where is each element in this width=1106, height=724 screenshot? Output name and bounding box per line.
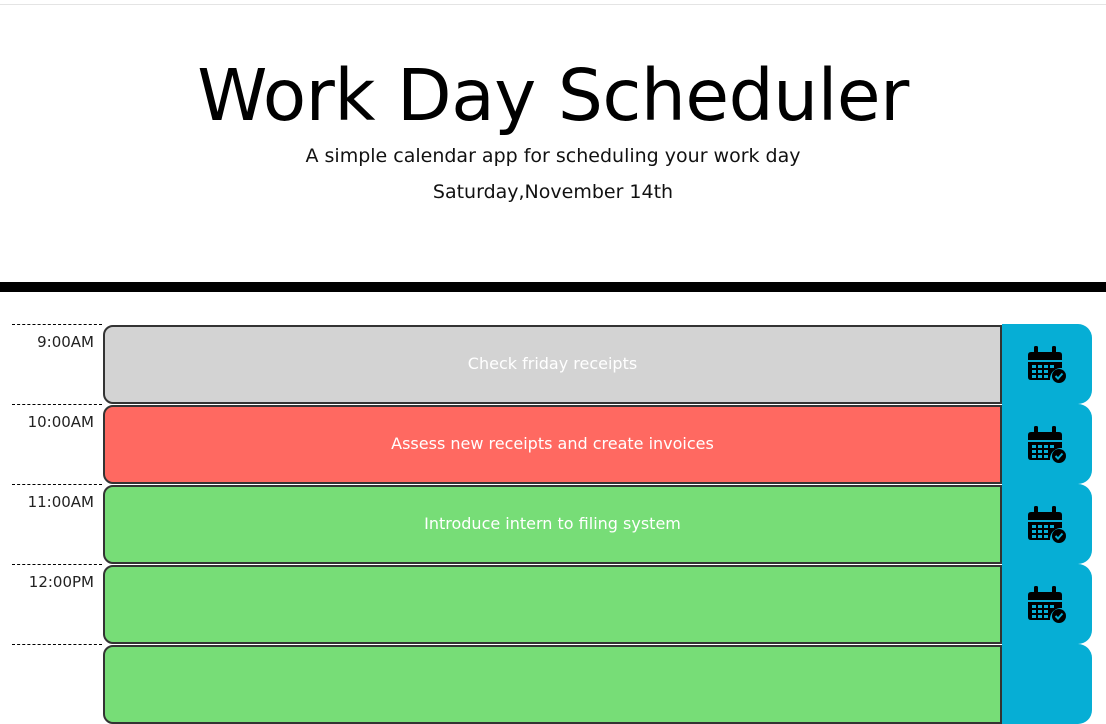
page-subtitle: A simple calendar app for scheduling you…: [305, 145, 801, 167]
time-block-9am: 9:00AM Check friday receipts: [12, 324, 1092, 404]
calendar-check-icon: [1028, 426, 1066, 463]
current-date: Saturday,November 14th: [432, 181, 674, 203]
header: Work Day Scheduler A simple calendar app…: [0, 0, 1106, 283]
time-block-12pm: 12:00PM: [12, 564, 1092, 644]
calendar-check-icon: [1028, 346, 1066, 383]
save-button[interactable]: [1002, 404, 1092, 484]
save-button[interactable]: [1002, 324, 1092, 404]
header-divider: [0, 282, 1106, 292]
time-block-11am: 11:00AM Introduce intern to filing syste…: [12, 484, 1092, 564]
hour-label: 12:00PM: [12, 564, 102, 644]
description-textarea[interactable]: [103, 565, 1002, 644]
description-textarea[interactable]: Introduce intern to filing system: [103, 485, 1002, 564]
hour-label: 10:00AM: [12, 404, 102, 484]
save-button[interactable]: [1002, 564, 1092, 644]
calendar-check-icon: [1028, 506, 1066, 543]
save-button[interactable]: [1002, 484, 1092, 564]
description-textarea[interactable]: Assess new receipts and create invoices: [103, 405, 1002, 484]
hour-label: 11:00AM: [12, 484, 102, 564]
calendar-check-icon: [1028, 586, 1066, 623]
time-block-10am: 10:00AM Assess new receipts and create i…: [12, 404, 1092, 484]
page-title: Work Day Scheduler: [197, 54, 909, 137]
time-block-1pm: [12, 644, 1092, 724]
hour-label: [12, 644, 102, 724]
save-button[interactable]: [1002, 644, 1092, 724]
description-textarea[interactable]: Check friday receipts: [103, 325, 1002, 404]
description-textarea[interactable]: [103, 645, 1002, 724]
hour-label: 9:00AM: [12, 324, 102, 404]
